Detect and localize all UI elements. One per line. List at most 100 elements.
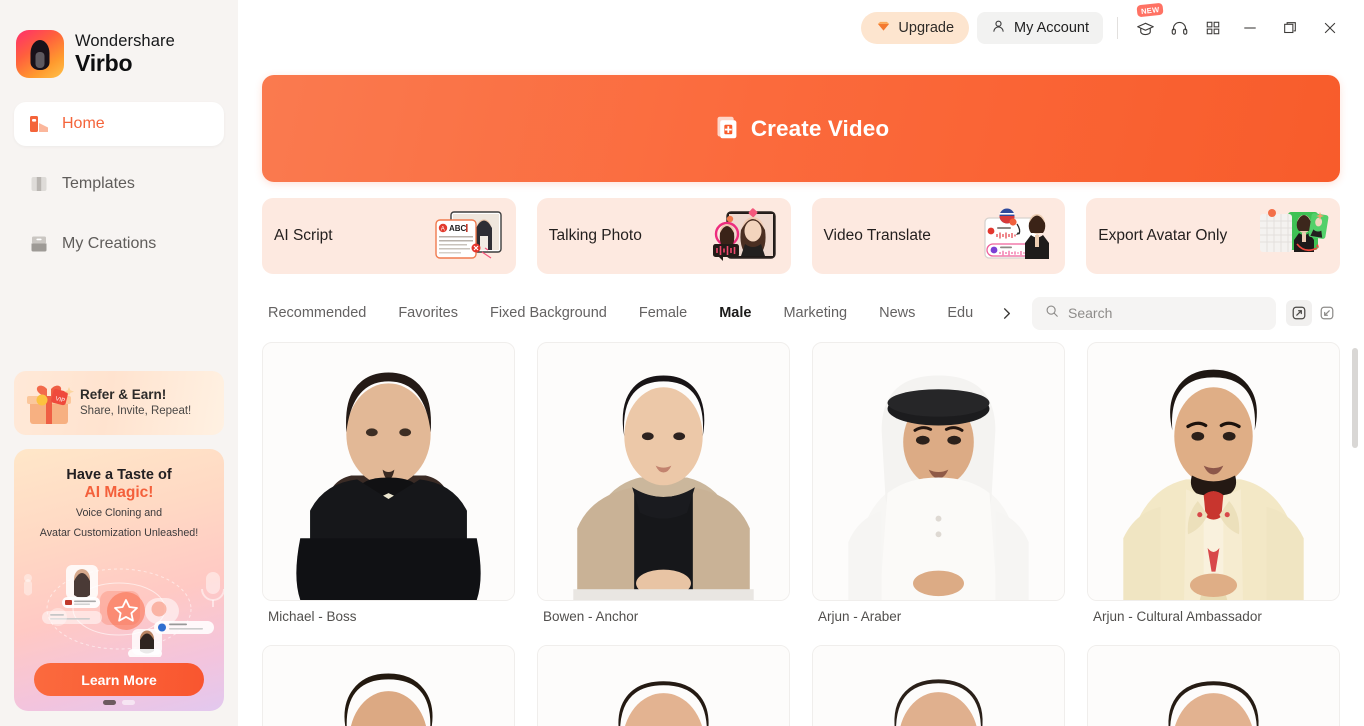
apps-grid-icon[interactable]: [1196, 12, 1230, 44]
learn-more-button[interactable]: Learn More: [34, 663, 204, 696]
sidebar-item-my-creations[interactable]: My Creations: [14, 222, 224, 266]
ai-magic-illustration: [24, 565, 224, 657]
sidebar-item-home[interactable]: Home: [14, 102, 224, 146]
avatar-name: Michael - Boss: [268, 609, 357, 624]
sidebar-item-label: My Creations: [62, 235, 157, 252]
search-icon: [1045, 304, 1059, 323]
svg-text:A: A: [441, 226, 445, 232]
headset-support-icon[interactable]: [1162, 12, 1196, 44]
avatar-grid: Michael - Boss Bowen - Anchor Arjun - Ar…: [262, 342, 1340, 726]
export-avatar-thumb: [1260, 209, 1329, 252]
tab-marketing[interactable]: Marketing: [767, 296, 863, 330]
feature-label: Video Translate: [823, 227, 931, 244]
diamond-icon: [876, 19, 891, 38]
view-toggle-group: [1286, 300, 1340, 326]
home-icon: [28, 113, 50, 135]
carousel-dot-1[interactable]: [103, 700, 116, 705]
tab-female[interactable]: Female: [623, 296, 703, 330]
tab-news[interactable]: News: [863, 296, 931, 330]
minimize-button[interactable]: [1230, 12, 1270, 44]
sidebar: Wondershare Virbo Home Templates My Crea…: [0, 0, 238, 726]
content-scrollbar[interactable]: [1352, 348, 1358, 448]
avatar-card[interactable]: [262, 645, 515, 726]
feature-cards-row: AI Script A ABC Talking Photo Video Tran…: [262, 198, 1340, 274]
magic-title-line1: Have a Taste of: [66, 467, 172, 483]
avatar-card[interactable]: [1087, 645, 1340, 726]
user-icon: [991, 19, 1006, 38]
brand-product-name: Virbo: [75, 49, 133, 76]
avatar-card[interactable]: Bowen - Anchor: [537, 342, 790, 624]
sidebar-nav: Home Templates My Creations: [0, 102, 238, 266]
gift-box-icon: VIP: [27, 385, 74, 424]
feature-card-export-avatar-only[interactable]: Export Avatar Only: [1086, 198, 1340, 274]
close-button[interactable]: [1310, 12, 1350, 44]
app-window: Wondershare Virbo Home Templates My Crea…: [0, 0, 1364, 726]
avatar-thumbnail[interactable]: [812, 342, 1065, 601]
expand-icon: [1292, 306, 1306, 320]
my-account-label: My Account: [1014, 20, 1089, 36]
avatar-card[interactable]: [537, 645, 790, 726]
avatar-card[interactable]: Arjun - Araber: [812, 342, 1065, 624]
refer-title: Refer & Earn!: [80, 386, 167, 402]
feature-label: Talking Photo: [548, 227, 642, 244]
search-input[interactable]: [1068, 305, 1263, 321]
avatar-name: Arjun - Araber: [818, 609, 902, 624]
ai-magic-promo-card[interactable]: Have a Taste of AI Magic! Voice Cloning …: [14, 449, 224, 711]
expand-view-button[interactable]: [1286, 300, 1312, 326]
avatar-name: Bowen - Anchor: [543, 609, 639, 624]
tab-male[interactable]: Male: [703, 296, 767, 330]
new-badge: NEW: [1136, 2, 1164, 18]
avatar-thumbnail[interactable]: [537, 342, 790, 601]
avatar-thumbnail[interactable]: [537, 645, 790, 726]
graduation-cap-icon[interactable]: NEW: [1128, 2, 1164, 44]
upgrade-button[interactable]: Upgrade: [861, 12, 970, 44]
svg-text:ABC: ABC: [449, 224, 467, 233]
avatar-name: Arjun - Cultural Ambassador: [1093, 609, 1262, 624]
sidebar-item-label: Templates: [62, 175, 135, 192]
title-bar: Upgrade My Account NEW: [238, 0, 1364, 56]
my-account-button[interactable]: My Account: [977, 12, 1103, 44]
avatar-thumbnail[interactable]: [1087, 342, 1340, 601]
avatar-card[interactable]: [812, 645, 1065, 726]
collapse-view-button[interactable]: [1314, 300, 1340, 326]
carousel-dot-2[interactable]: [122, 700, 135, 705]
avatar-card[interactable]: Michael - Boss: [262, 342, 515, 624]
feature-label: Export Avatar Only: [1098, 227, 1228, 244]
content-area: Create Video AI Script A ABC Talking Pho…: [238, 75, 1364, 726]
filter-bar: Recommended Favorites Fixed Background F…: [262, 296, 1340, 330]
avatar-thumbnail[interactable]: [1087, 645, 1340, 726]
virbo-logo-icon: [16, 30, 64, 78]
feature-card-ai-script[interactable]: AI Script A ABC: [262, 198, 516, 274]
feature-label: AI Script: [274, 227, 333, 244]
avatar-thumbnail[interactable]: [262, 645, 515, 726]
upgrade-label: Upgrade: [898, 20, 955, 36]
promo-carousel-dots[interactable]: [0, 700, 238, 705]
magic-subtitle-line1: Voice Cloning and: [75, 507, 163, 519]
avatar-card[interactable]: Arjun - Cultural Ambassador: [1087, 342, 1340, 624]
magic-title-line2: AI Magic!: [84, 484, 154, 501]
video-translate-thumb: [984, 208, 1050, 259]
add-video-icon: [713, 114, 740, 144]
search-box[interactable]: [1032, 296, 1276, 330]
collapse-icon: [1320, 306, 1334, 320]
avatar-thumbnail[interactable]: [262, 342, 515, 601]
create-video-button[interactable]: Create Video: [262, 75, 1340, 182]
refer-and-earn-card[interactable]: VIP Refer & Earn! Share, Invite, Repeat!: [14, 371, 224, 435]
feature-card-talking-photo[interactable]: Talking Photo: [536, 198, 791, 274]
avatar-thumbnail[interactable]: [812, 645, 1065, 726]
tab-favorites[interactable]: Favorites: [382, 296, 474, 330]
maximize-button[interactable]: [1270, 12, 1310, 44]
sidebar-item-templates[interactable]: Templates: [14, 162, 224, 206]
talking-photo-thumb: [712, 208, 776, 261]
create-video-label: Create Video: [750, 115, 890, 141]
feature-card-video-translate[interactable]: Video Translate: [811, 198, 1066, 274]
brand: Wondershare Virbo: [0, 0, 238, 82]
my-creations-icon: [28, 233, 50, 255]
tab-edu[interactable]: Edu: [931, 296, 989, 330]
magic-subtitle-line2: Avatar Customization Unleashed!: [39, 526, 199, 539]
brand-company-name: Wondershare: [75, 32, 175, 51]
tab-fixed-background[interactable]: Fixed Background: [474, 296, 623, 330]
chevron-right-icon[interactable]: [992, 296, 1020, 330]
templates-icon: [28, 173, 50, 195]
tab-recommended[interactable]: Recommended: [262, 296, 382, 330]
